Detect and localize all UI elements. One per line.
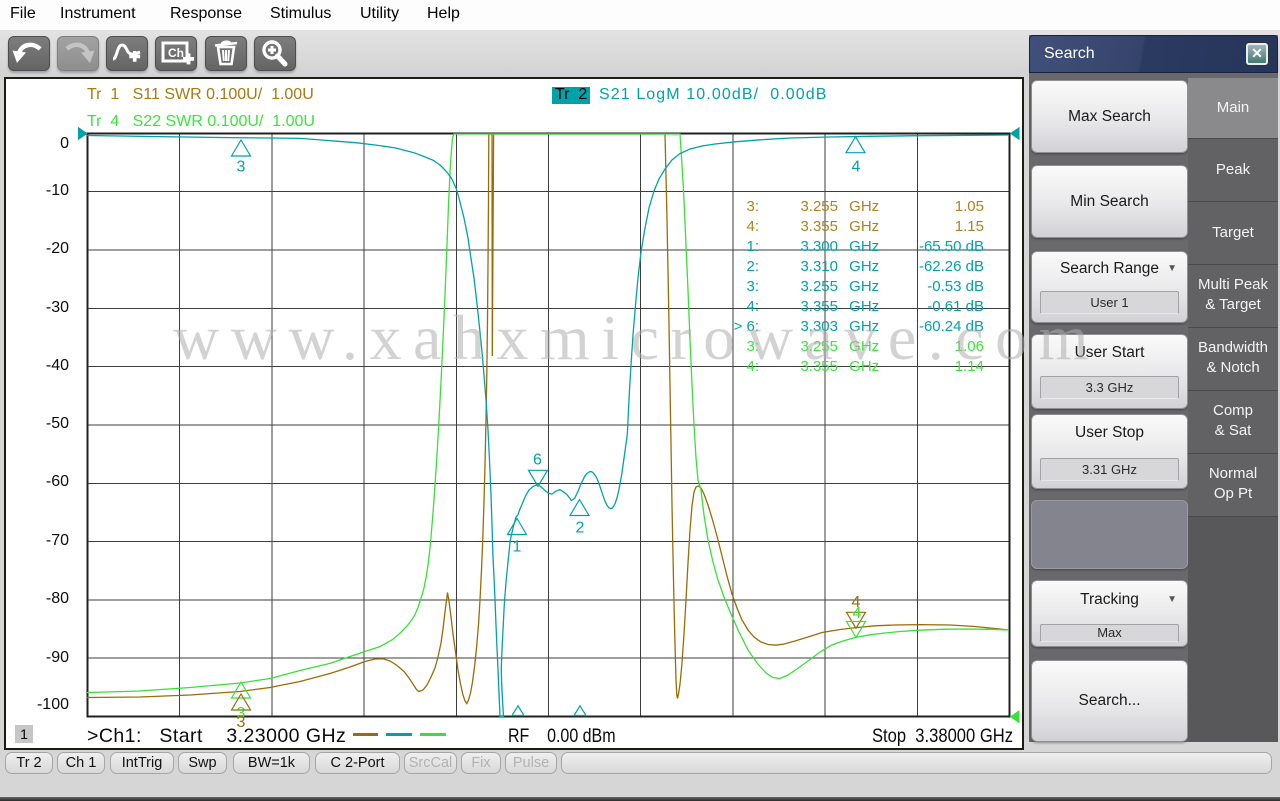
svg-text:6: 6 [533, 452, 542, 469]
svg-text:2: 2 [576, 520, 585, 537]
svg-text:1: 1 [513, 539, 522, 556]
svg-text:4: 4 [852, 159, 861, 176]
svg-text:4: 4 [853, 605, 862, 622]
svg-text:3: 3 [237, 159, 246, 176]
